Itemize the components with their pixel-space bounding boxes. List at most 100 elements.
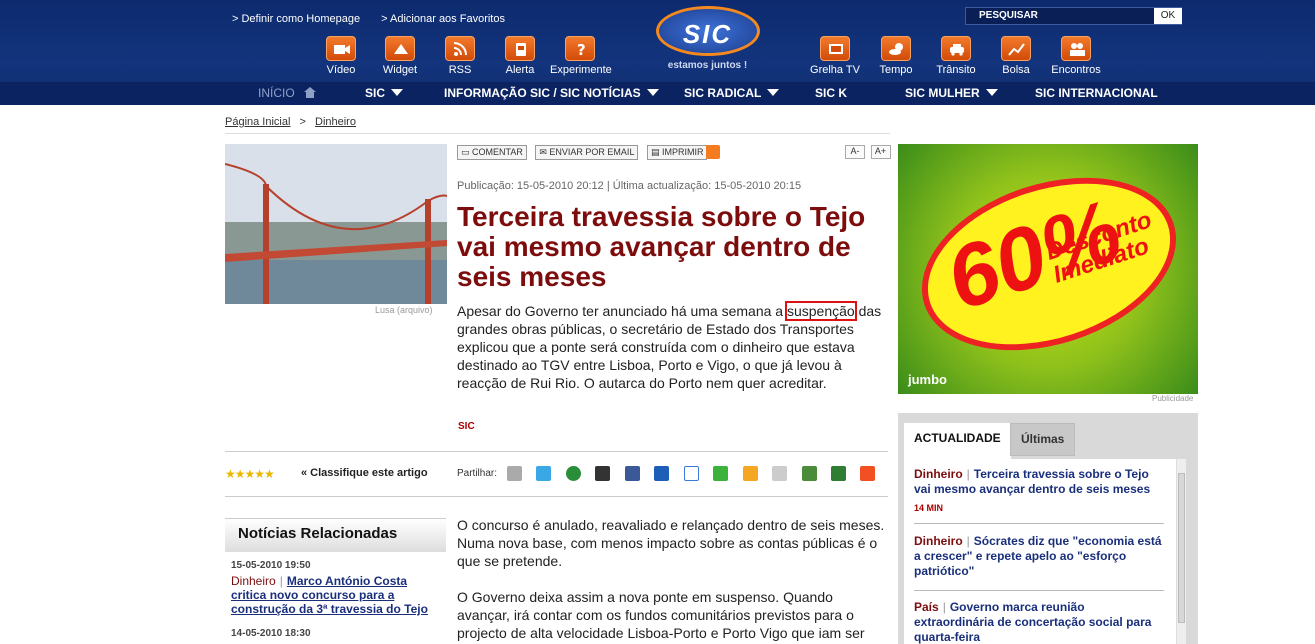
tab-ultimas[interactable]: Últimas	[1010, 423, 1076, 456]
alert-icon	[505, 36, 535, 61]
body-paragraph: O Governo deixa assim a nova ponte em su…	[457, 589, 865, 641]
tool-try[interactable]: ? Experimente	[550, 36, 612, 76]
search-ok-button[interactable]: OK	[1154, 8, 1182, 24]
nav-informacao-label: INFORMAÇÃO SIC / SIC NOTÍCIAS	[444, 86, 641, 100]
related-date: 15-05-2010 19:50	[231, 560, 311, 571]
add-favorites-link[interactable]: > Adicionar aos Favoritos	[381, 13, 505, 25]
tool-video-label: Vídeo	[326, 64, 356, 76]
technorati-icon[interactable]	[713, 466, 729, 481]
nav-internacional[interactable]: SIC INTERNACIONAL	[1035, 86, 1158, 100]
tool-weather[interactable]: Tempo	[866, 36, 926, 76]
bookmark-icon[interactable]	[801, 466, 817, 481]
tool-stocks-label: Bolsa	[1002, 64, 1030, 76]
nav-home[interactable]: INÍCIO	[258, 86, 317, 100]
sic-logo[interactable]: SIC estamos juntos !	[650, 2, 765, 78]
list-item[interactable]: Dinheiro | Sócrates diz que "economia está…	[914, 534, 1166, 579]
rss-feed-icon[interactable]	[706, 145, 720, 159]
blogger-icon[interactable]	[742, 466, 758, 481]
evernote-icon[interactable]	[830, 466, 846, 481]
windows-live-icon[interactable]	[860, 466, 876, 481]
printer-icon: ▤	[650, 147, 662, 157]
svg-text:?: ?	[577, 41, 586, 58]
search-label: PESQUISAR	[979, 10, 1038, 21]
myspace-icon[interactable]	[654, 466, 670, 481]
nav-sic[interactable]: SIC	[365, 86, 404, 100]
comment-button-label: COMENTAR	[472, 147, 523, 157]
news-scrollbar[interactable]	[1176, 459, 1186, 644]
set-homepage-link[interactable]: > Definir como Homepage	[232, 13, 360, 25]
share-icons	[507, 466, 885, 486]
tool-meetings[interactable]: Encontros	[1046, 36, 1106, 76]
tool-traffic-label: Trânsito	[936, 64, 976, 76]
latest-news-box: ACTUALIDADE Últimas Dinheiro | Terceira tr…	[898, 413, 1198, 644]
tool-traffic[interactable]: Trânsito	[926, 36, 986, 76]
article-headline: Terceira travessia sobre o Tejo vai mesm…	[457, 201, 866, 292]
nav-sic-k-label: SIC K	[815, 86, 848, 100]
related-news: Notícias Relacionadas 15-05-2010 19:50 D…	[225, 518, 446, 642]
email-button-label: ENVIAR POR EMAIL	[549, 147, 635, 157]
breadcrumb-current-link[interactable]: Dinheiro	[315, 116, 356, 128]
envelope-icon: ✉	[539, 147, 550, 157]
rss-icon	[445, 36, 475, 61]
tool-video[interactable]: Vídeo	[311, 36, 371, 76]
body-paragraph: O concurso é anulado, reavaliado e relan…	[457, 517, 885, 569]
tool-alert[interactable]: Alerta	[490, 36, 550, 76]
list-item[interactable]: País | Governo marca reunião extraordinári…	[914, 600, 1166, 644]
comment-button[interactable]: ▭ COMENTAR	[457, 145, 527, 160]
nav-mulher[interactable]: SIC MULHER	[905, 86, 998, 100]
chart-icon	[1001, 36, 1031, 61]
digg-icon[interactable]	[772, 466, 788, 481]
tool-weather-label: Tempo	[879, 64, 913, 76]
rating-stars[interactable]: ★★★★★	[225, 467, 275, 481]
tool-stocks[interactable]: Bolsa	[986, 36, 1046, 76]
article-photo	[225, 144, 447, 304]
photo-credit: Lusa (arquivo)	[375, 305, 433, 315]
video-camera-icon	[326, 36, 356, 61]
twitter-icon[interactable]	[536, 466, 552, 481]
google-icon[interactable]	[683, 466, 699, 481]
news-category: Dinheiro	[914, 467, 963, 481]
related-category[interactable]: Dinheiro	[231, 574, 276, 588]
email-button[interactable]: ✉ ENVIAR POR EMAIL	[535, 145, 639, 160]
tool-rss[interactable]: RSS	[430, 36, 490, 76]
tool-tv-guide[interactable]: Grelha TV	[805, 36, 865, 76]
highlighted-word: suspenção	[784, 301, 857, 321]
rate-article-link[interactable]: « Classifique este artigo	[301, 467, 428, 479]
scrollbar-thumb[interactable]	[1178, 473, 1185, 623]
advertisement-label: Publicidade	[1152, 394, 1194, 403]
nav-sic-label: SIC	[365, 86, 386, 100]
breadcrumb: Página Inicial > Dinheiro	[225, 116, 356, 128]
lead-text-start: Apesar do Governo ter anunciado há uma s…	[457, 303, 787, 319]
list-item: 14-05-2010 18:30	[225, 616, 446, 639]
site-header: > Definir como Homepage > Adicionar aos …	[0, 0, 1315, 105]
nav-informacao[interactable]: INFORMAÇÃO SIC / SIC NOTÍCIAS	[444, 86, 659, 100]
tool-widget[interactable]: Widget	[370, 36, 430, 76]
nav-sic-k[interactable]: SIC K	[815, 86, 847, 100]
list-item[interactable]: Dinheiro | Terceira travessia sobre o Tejo…	[914, 467, 1166, 516]
font-decrease-button[interactable]: A-	[845, 145, 865, 159]
weather-icon	[881, 36, 911, 61]
news-headline: Governo marca reunião extraordinária de …	[914, 600, 1152, 644]
delicious-icon[interactable]	[595, 466, 611, 481]
chevron-down-icon	[985, 89, 998, 96]
nav-radical[interactable]: SIC RADICAL	[684, 86, 780, 100]
tab-actualidade[interactable]: ACTUALIDADE	[904, 423, 1011, 460]
facebook-icon[interactable]	[624, 466, 640, 481]
article-source: SIC	[458, 421, 475, 432]
breadcrumb-home-link[interactable]: Página Inicial	[225, 116, 290, 128]
divider	[225, 133, 890, 134]
advertisement-banner[interactable]: 60% Desconto Imediato jumbo	[898, 144, 1198, 394]
news-category: Dinheiro	[914, 534, 963, 548]
print-button[interactable]: ▤ IMPRIMIR	[646, 145, 708, 160]
font-size-controls: A- A+	[842, 145, 891, 159]
nav-home-label: INÍCIO	[258, 86, 295, 100]
font-increase-button[interactable]: A+	[870, 145, 891, 159]
publication-date: Publicação: 15-05-2010 20:12 | Última ac…	[457, 180, 802, 192]
stumbleupon-icon[interactable]	[565, 466, 581, 481]
news-category: País	[914, 600, 939, 614]
ad-brand-logo: jumbo	[908, 372, 947, 387]
search-box[interactable]: PESQUISAR OK	[965, 7, 1182, 25]
share-icon[interactable]	[507, 466, 522, 481]
article-lead: Apesar do Governo ter anunciado há uma s…	[457, 301, 887, 392]
print-button-label: IMPRIMIR	[661, 147, 704, 157]
